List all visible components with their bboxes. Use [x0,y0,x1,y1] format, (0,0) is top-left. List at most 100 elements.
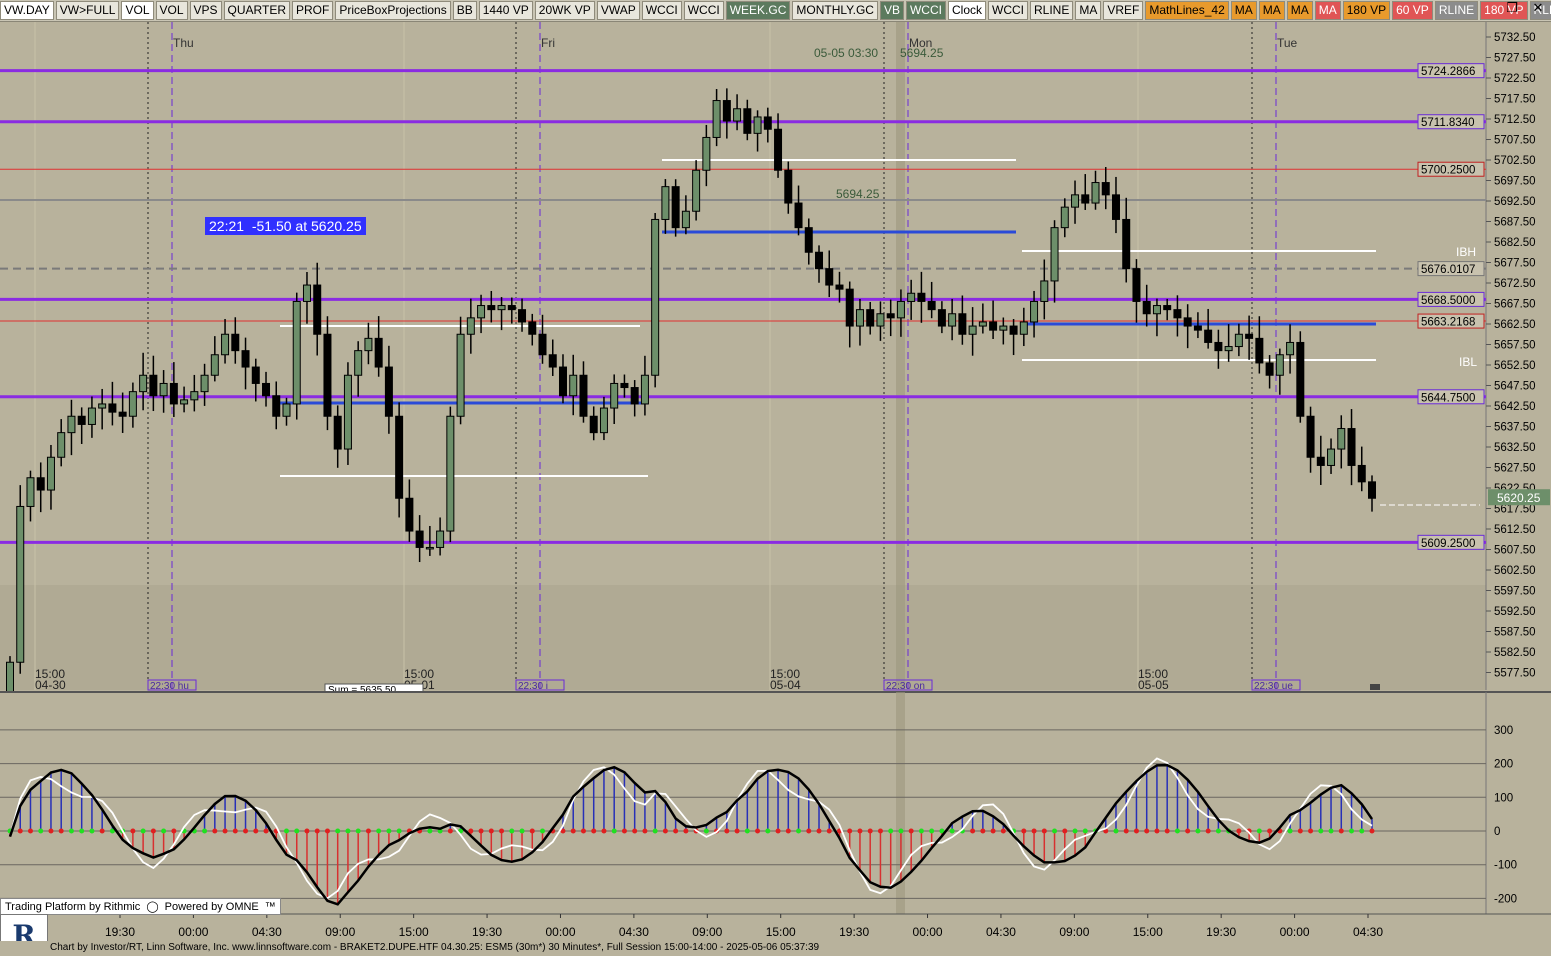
time-axis-label: 19:30 [1206,925,1236,939]
candle [16,505,25,663]
time-axis-label: 00:00 [1280,925,1310,939]
candle [753,116,762,134]
zero-dot [478,828,484,834]
zero-dot [263,828,269,834]
time-axis-label: 04:30 [619,925,649,939]
zero-dot [1031,828,1037,834]
candle [558,366,567,397]
candle [1224,346,1233,352]
price-chart[interactable]: Thu Fri Mon Tue5724.28665711.83405700.25005… [0,0,1551,940]
zero-dot [1174,828,1180,834]
price-axis-label: 5717.50 [1494,94,1536,106]
level-label: 5663.2168 [1421,317,1475,329]
price-box-change: -51.50 [251,218,292,234]
candle [241,350,250,368]
price-axis-label: 5627.50 [1494,463,1536,475]
candle [456,333,465,417]
zero-dot [79,828,85,834]
zero-dot [765,828,771,834]
zero-dot [509,828,515,834]
candle [364,337,373,352]
candle [620,382,629,389]
zero-dot [396,828,402,834]
candle [180,399,189,405]
zero-dot [1144,828,1150,834]
zero-dot [1052,828,1058,834]
zero-dot [1164,828,1170,834]
candle [835,284,844,290]
zero-dot [48,828,54,834]
rithmic-badge: Trading Platform by Rithmic ◯ Powered by O… [0,898,281,915]
candle [733,108,742,122]
zero-dot [591,828,597,834]
candle [1245,333,1254,339]
candle [784,169,793,204]
zero-dot [611,828,617,834]
omne-icon: ◯ [146,901,159,913]
zero-dot [888,828,894,834]
zero-dot [898,828,904,834]
candle [1019,321,1028,335]
price-axis-label: 5582.50 [1494,647,1536,659]
zero-dot [847,828,853,834]
price-axis-label: 5707.50 [1494,135,1536,147]
zero-dot [1318,828,1324,834]
zero-dot [1369,828,1375,834]
price-axis-label: 5647.50 [1494,381,1536,393]
osc-axis-label: -200 [1494,893,1517,905]
price-axis-label: 5612.50 [1494,524,1536,536]
candle [57,432,66,458]
zero-dot [1328,828,1334,834]
candle [149,374,158,397]
candle [77,415,86,425]
oscillator-panel [0,692,1486,914]
zero-dot [202,828,208,834]
candle [763,116,772,130]
candle [804,227,813,253]
price-axis-label: 5692.50 [1494,196,1536,208]
candle [1132,268,1141,302]
price-axis-label: 5577.50 [1494,668,1536,680]
zero-dot [816,828,822,834]
candle [978,321,987,327]
time-axis-label: 15:00 [766,925,796,939]
candle [1296,341,1305,417]
zero-dot [519,828,525,834]
time-axis-label: 00:00 [545,925,575,939]
zero-dot [683,828,689,834]
time-axis-label: 19:30 [105,925,135,939]
candle [548,354,557,368]
day-label: Fri [541,36,555,50]
zero-dot [253,828,259,834]
zero-dot [365,828,371,834]
zero-dot [642,828,648,834]
candle [958,313,967,335]
candle [251,366,260,384]
time-axis-label: 00:00 [178,925,208,939]
candle [1081,194,1090,204]
zero-dot [1041,828,1047,834]
price-axis-label: 5682.50 [1494,237,1536,249]
candle [896,300,905,319]
zero-dot [857,828,863,834]
date-axis-date: 05-05 [1138,678,1169,692]
day-label: Tue [1277,36,1298,50]
candle [1091,182,1100,204]
candle [599,407,608,434]
candle [374,337,383,368]
price-axis-label: 5637.50 [1494,422,1536,434]
session-tick-label: 22:30 on [886,681,925,692]
time-axis-label: 15:00 [399,925,429,939]
date-axis-date: 04-30 [35,678,66,692]
zero-dot [355,828,361,834]
zero-dot [1267,828,1273,834]
osc-axis-label: 200 [1494,759,1513,771]
candle [630,387,639,405]
zero-dot [1113,828,1119,834]
zero-dot [540,828,546,834]
zero-dot [652,828,658,834]
zero-dot [621,828,627,834]
candle [948,313,957,327]
candle [569,374,578,397]
candle [425,546,434,550]
